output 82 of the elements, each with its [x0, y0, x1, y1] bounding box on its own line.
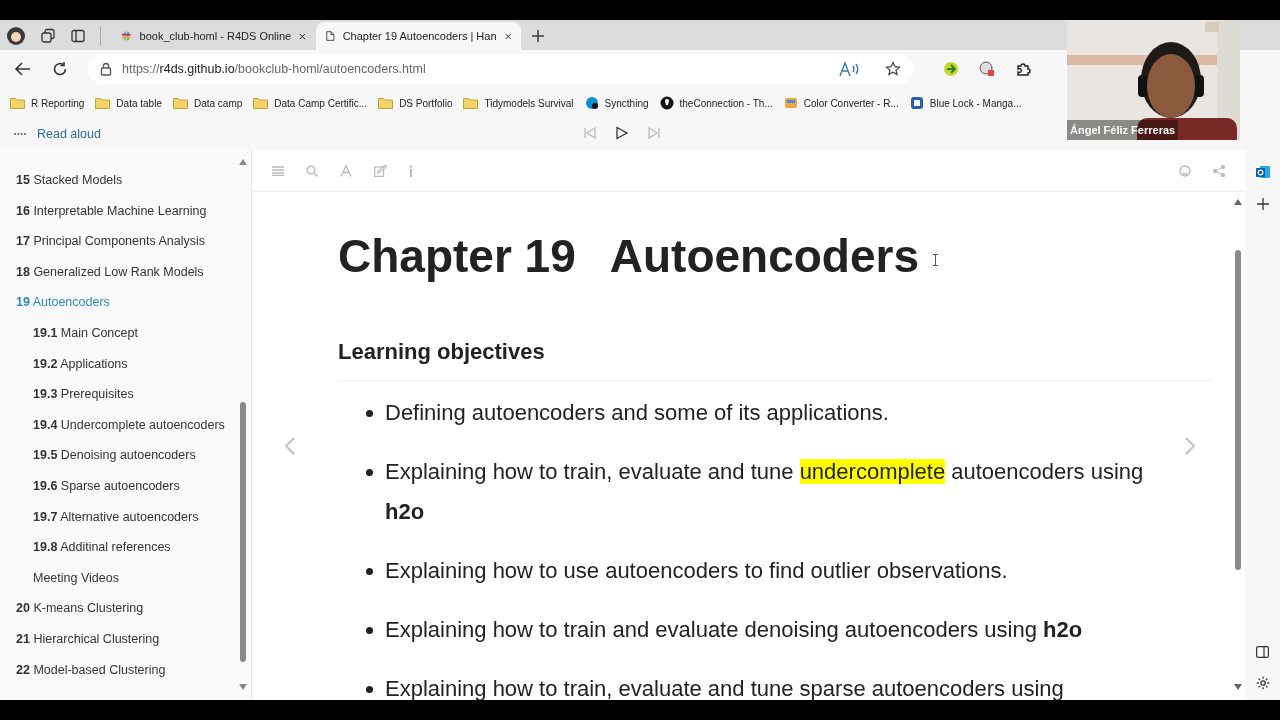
manga-site-icon [909, 96, 924, 110]
bullet-icon [366, 568, 373, 575]
sidebar-item[interactable]: 21 Hierarchical Clustering [16, 623, 160, 655]
back-icon[interactable] [14, 61, 32, 77]
bullet-icon [366, 627, 373, 634]
chapter-title: Chapter 19 Autoencoders [338, 229, 919, 284]
tab-actions-icon[interactable] [70, 28, 86, 44]
settings-icon[interactable] [1255, 676, 1270, 690]
new-tab-icon[interactable] [531, 29, 545, 43]
bullet-text: Explaining how to use autoencoders to find outlier observations. [385, 557, 1008, 585]
sidebar-item[interactable]: 20 K-means Clustering [16, 593, 144, 624]
sidebar-item[interactable]: 19.4 Undercomplete autoencoders [16, 409, 225, 441]
bookmark[interactable]: Data table [95, 95, 162, 111]
sidebar-toggle-icon[interactable] [1256, 646, 1269, 658]
sidebar-item[interactable]: 15 Stacked Models [16, 165, 123, 196]
sidebar-item[interactable]: 19.2 Applications [16, 348, 128, 380]
sync-icon [584, 96, 599, 110]
page-icon [326, 29, 335, 43]
bookmark[interactable]: Syncthing [584, 95, 649, 111]
scroll-up-icon[interactable] [239, 159, 247, 165]
scroll-down-icon[interactable] [239, 684, 247, 690]
play-icon[interactable] [615, 126, 629, 140]
scrollbar-thumb[interactable] [240, 402, 246, 662]
bookmark[interactable]: DS Portfolio [378, 95, 453, 111]
text-cursor-icon [933, 253, 938, 266]
bulb-icon [659, 96, 674, 110]
browser-tab[interactable]: Chapter 19 Autoencoders | Han [316, 22, 521, 50]
sidebar-item[interactable]: 16 Interpretable Machine Learning [16, 195, 207, 227]
read-aloud-label[interactable]: Read aloud [37, 124, 101, 144]
blocked-extension-icon[interactable] [979, 61, 995, 77]
add-icon[interactable] [1256, 198, 1269, 210]
extension-icon[interactable] [943, 61, 959, 77]
bullet-text: Defining autoencoders and some of its applications. [385, 399, 889, 427]
folder-icon [10, 97, 25, 109]
profile-avatar-icon[interactable] [6, 26, 26, 46]
bullet-text: Explaining how to train, evaluate and tune sparse autoencoders using [385, 675, 1064, 700]
sidebar-item[interactable]: 19.6 Sparse autoencoders [16, 470, 180, 502]
scroll-down-icon[interactable] [1234, 684, 1242, 690]
more-options-icon[interactable] [14, 132, 26, 136]
bullet-icon [366, 410, 373, 417]
palette-icon [783, 96, 798, 110]
close-icon[interactable] [299, 31, 306, 41]
bookmark[interactable]: Data camp [172, 95, 243, 111]
address-bar[interactable]: https://r4ds.github.io/bookclub-homl/autoencoders.html [88, 54, 913, 84]
bookmark[interactable]: Tidymodels Survival [463, 95, 574, 111]
section-heading: Learning objectives [338, 338, 546, 366]
outlook-icon[interactable] [1254, 164, 1271, 180]
participant-name: Ángel Féliz Ferreras [1067, 119, 1179, 140]
extensions-puzzle-icon[interactable] [1015, 61, 1031, 77]
sidebar-item[interactable]: 22 Model-based Clustering [16, 654, 166, 686]
sidebar-item[interactable]: 19.5 Denoising autoencoders [16, 440, 196, 471]
bullet-icon [366, 686, 373, 693]
sidebar-item[interactable]: 19.3 Prerequisites [16, 379, 134, 410]
bookmark[interactable]: Data Camp Certific... [253, 95, 368, 111]
sidebar-item[interactable]: 18 Generalized Low Rank Models [16, 256, 204, 288]
folder-icon [172, 97, 188, 109]
sidebar-item[interactable]: 19.1 Main Concept [16, 317, 138, 349]
url-text: https://r4ds.github.io/bookclub-homl/autoencoders.html [122, 60, 426, 78]
bullet-text: Explaining how to train, evaluate and tune undercomplete autoencoders using h2o [385, 458, 1145, 526]
sidebar-item[interactable]: Meeting Videos [16, 562, 119, 594]
star-icon[interactable] [885, 61, 901, 77]
bullet-icon [366, 469, 373, 476]
hash-logo-icon [121, 29, 132, 43]
bookmark[interactable]: Color Converter - R... [783, 95, 899, 111]
refresh-icon[interactable] [52, 61, 68, 77]
sidebar-item[interactable]: 19.7 Alternative autoencoders [16, 501, 199, 533]
folder-icon [463, 97, 479, 109]
bookmark[interactable]: theConnection - Th... [659, 95, 773, 111]
close-icon[interactable] [504, 31, 511, 41]
sidebar-item[interactable]: 19.8 Additinal references [16, 532, 171, 563]
bookmark[interactable]: Blue Lock - Manga... [909, 95, 1022, 111]
folder-icon [95, 97, 111, 109]
sidebar-item[interactable]: 17 Principal Components Analysis [16, 226, 205, 257]
bullet-text: Explaining how to train and evaluate denoising autoencoders using h2o [385, 616, 1083, 644]
folder-icon [378, 97, 394, 109]
workspaces-icon[interactable] [40, 28, 56, 44]
scroll-up-icon[interactable] [1234, 199, 1242, 205]
lock-icon [100, 62, 112, 76]
scrollbar-thumb[interactable] [1235, 250, 1241, 570]
folder-icon [253, 97, 269, 109]
sidebar-item[interactable]: 19 Autoencoders [16, 287, 110, 318]
bookmark[interactable]: R Reporting [10, 95, 85, 111]
